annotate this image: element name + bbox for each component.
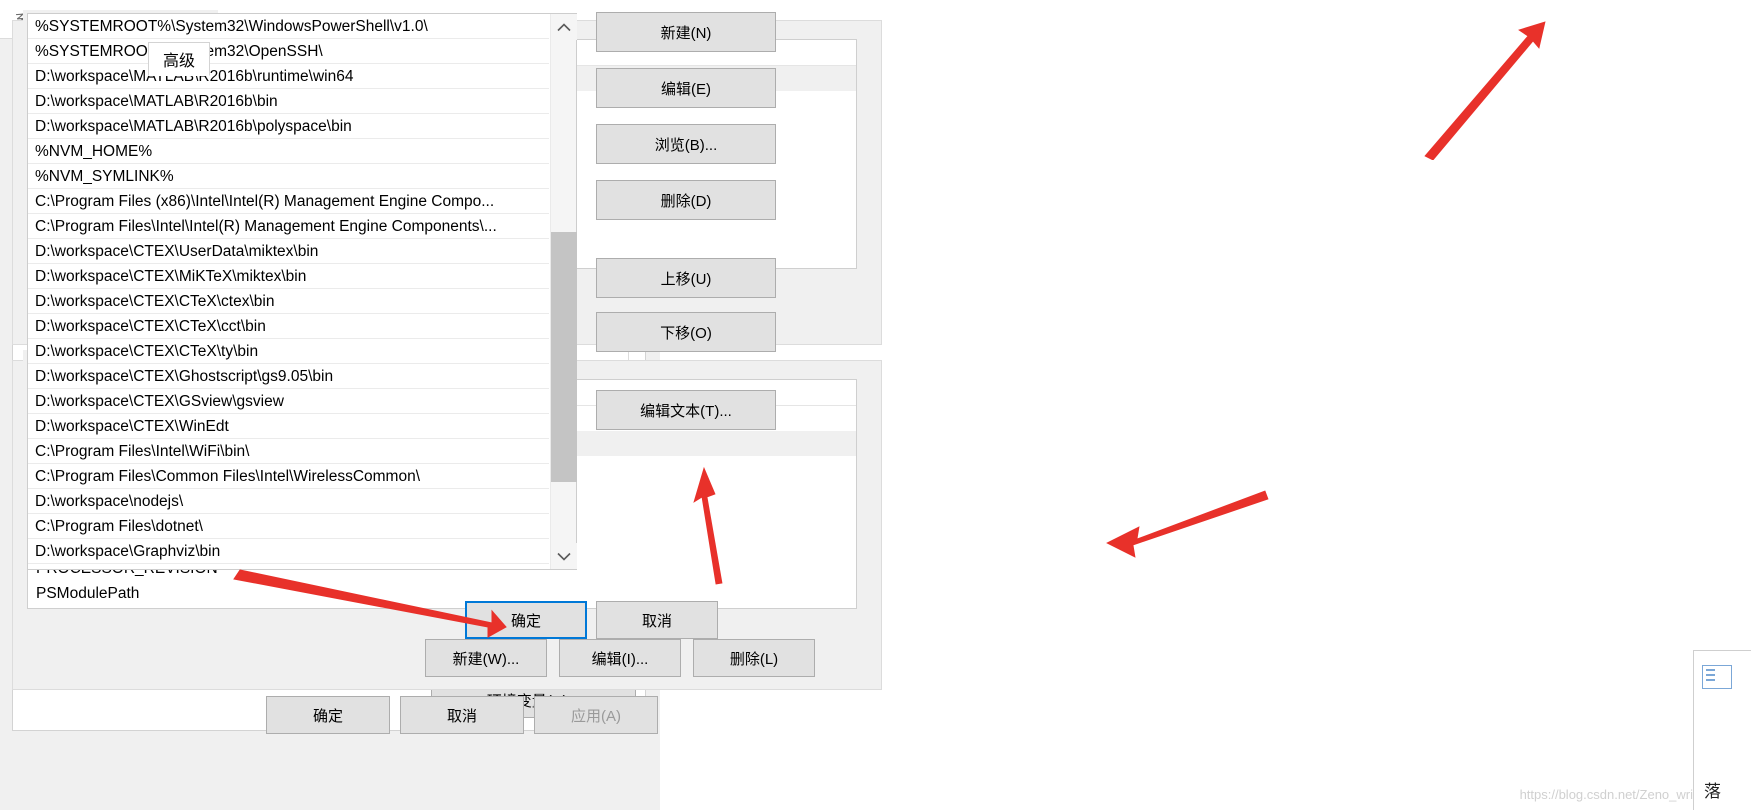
path-entry-row[interactable]: C:\Program Files\dotnet\ xyxy=(28,514,549,539)
path-entry-row[interactable]: D:\workspace\CTEX\WinEdt xyxy=(28,414,549,439)
path-entry-row[interactable]: D:\workspace\CTEX\CTeX\ctex\bin xyxy=(28,289,549,314)
path-browse-button[interactable]: 浏览(B)... xyxy=(596,124,776,164)
ok-button[interactable]: 确定 xyxy=(266,696,390,734)
list-item[interactable]: PSModulePath xyxy=(28,581,856,606)
cancel-button[interactable]: 取消 xyxy=(400,696,524,734)
screen: 系统属性 计算机名 硬件 高级 系统保护 远程 要进行大多数更改，你必须作为管理… xyxy=(0,0,1751,810)
annotation-arrow-graphviz-entry xyxy=(1106,490,1269,558)
path-entry-row[interactable]: %SYSTEMROOT%\System32\WindowsPowerShell\… xyxy=(28,14,549,39)
path-move-down-button[interactable]: 下移(O) xyxy=(596,312,776,352)
document-icon xyxy=(1702,665,1732,689)
watermark: https://blog.csdn.net/Zeno_wri xyxy=(1519,787,1693,802)
path-entry-row[interactable]: C:\Program Files (x86)\Intel\Intel(R) Ma… xyxy=(28,189,549,214)
path-entry-row[interactable]: D:\workspace\nodejs\ xyxy=(28,489,549,514)
desktop-remnant-label: 落 xyxy=(1704,782,1721,801)
path-entry-row[interactable]: D:\workspace\CTEX\CTeX\ty\bin xyxy=(28,339,549,364)
path-entry-row[interactable]: %SYSTEMROOT%\System32\OpenSSH\ xyxy=(28,39,549,64)
system-delete-button[interactable]: 删除(L) xyxy=(693,639,815,677)
system-new-button[interactable]: 新建(W)... xyxy=(425,639,547,677)
path-delete-button[interactable]: 删除(D) xyxy=(596,180,776,220)
path-edit-text-button[interactable]: 编辑文本(T)... xyxy=(596,390,776,430)
desktop-remnant: 落 xyxy=(1693,650,1751,810)
chevron-up-icon[interactable] xyxy=(551,14,577,40)
path-entry-row[interactable]: C:\Program Files\Intel\Intel(R) Manageme… xyxy=(28,214,549,239)
path-cancel-button[interactable]: 取消 xyxy=(596,601,718,639)
scrollbar-thumb[interactable] xyxy=(551,232,577,482)
path-entry-row[interactable]: %NVM_HOME% xyxy=(28,139,549,164)
path-list-scrollbar[interactable] xyxy=(550,14,577,569)
path-edit-button[interactable]: 编辑(E) xyxy=(596,68,776,108)
tab-advanced[interactable]: 高级 xyxy=(148,42,211,76)
path-entry-row[interactable]: C:\Program Files\Common Files\Intel\Wire… xyxy=(28,464,549,489)
path-move-up-button[interactable]: 上移(U) xyxy=(596,258,776,298)
annotation-arrow-new-button xyxy=(1424,21,1546,160)
path-entries-listbox[interactable]: %SYSTEMROOT%\System32\WindowsPowerShell\… xyxy=(27,13,577,570)
path-entry-row[interactable]: %NVM_SYMLINK% xyxy=(28,164,549,189)
path-entries-rows: %SYSTEMROOT%\System32\WindowsPowerShell\… xyxy=(28,14,549,569)
path-entry-row[interactable]: D:\workspace\MATLAB\R2016b\polyspace\bin xyxy=(28,114,549,139)
path-entry-row[interactable]: D:\workspace\CTEX\CTeX\cct\bin xyxy=(28,314,549,339)
system-edit-button[interactable]: 编辑(I)... xyxy=(559,639,681,677)
chevron-down-icon[interactable] xyxy=(551,543,577,569)
path-entry-row[interactable]: D:\workspace\MATLAB\R2016b\bin xyxy=(28,89,549,114)
path-entry-row[interactable]: C:\Program Files\Intel\WiFi\bin\ xyxy=(28,439,549,464)
path-entry-row[interactable]: D:\workspace\MATLAB\R2016b\runtime\win64 xyxy=(28,64,549,89)
path-entry-row[interactable]: D:\workspace\CTEX\GSview\gsview xyxy=(28,389,549,414)
apply-button: 应用(A) xyxy=(534,696,658,734)
path-new-button[interactable]: 新建(N) xyxy=(596,12,776,52)
path-entry-row[interactable]: D:\workspace\CTEX\MiKTeX\miktex\bin xyxy=(28,264,549,289)
path-ok-button[interactable]: 确定 xyxy=(465,601,587,639)
path-entry-row[interactable]: D:\workspace\Graphviz\bin xyxy=(28,539,549,564)
path-entry-row[interactable]: D:\workspace\CTEX\Ghostscript\gs9.05\bin xyxy=(28,364,549,389)
path-entry-row[interactable]: D:\workspace\CTEX\UserData\miktex\bin xyxy=(28,239,549,264)
